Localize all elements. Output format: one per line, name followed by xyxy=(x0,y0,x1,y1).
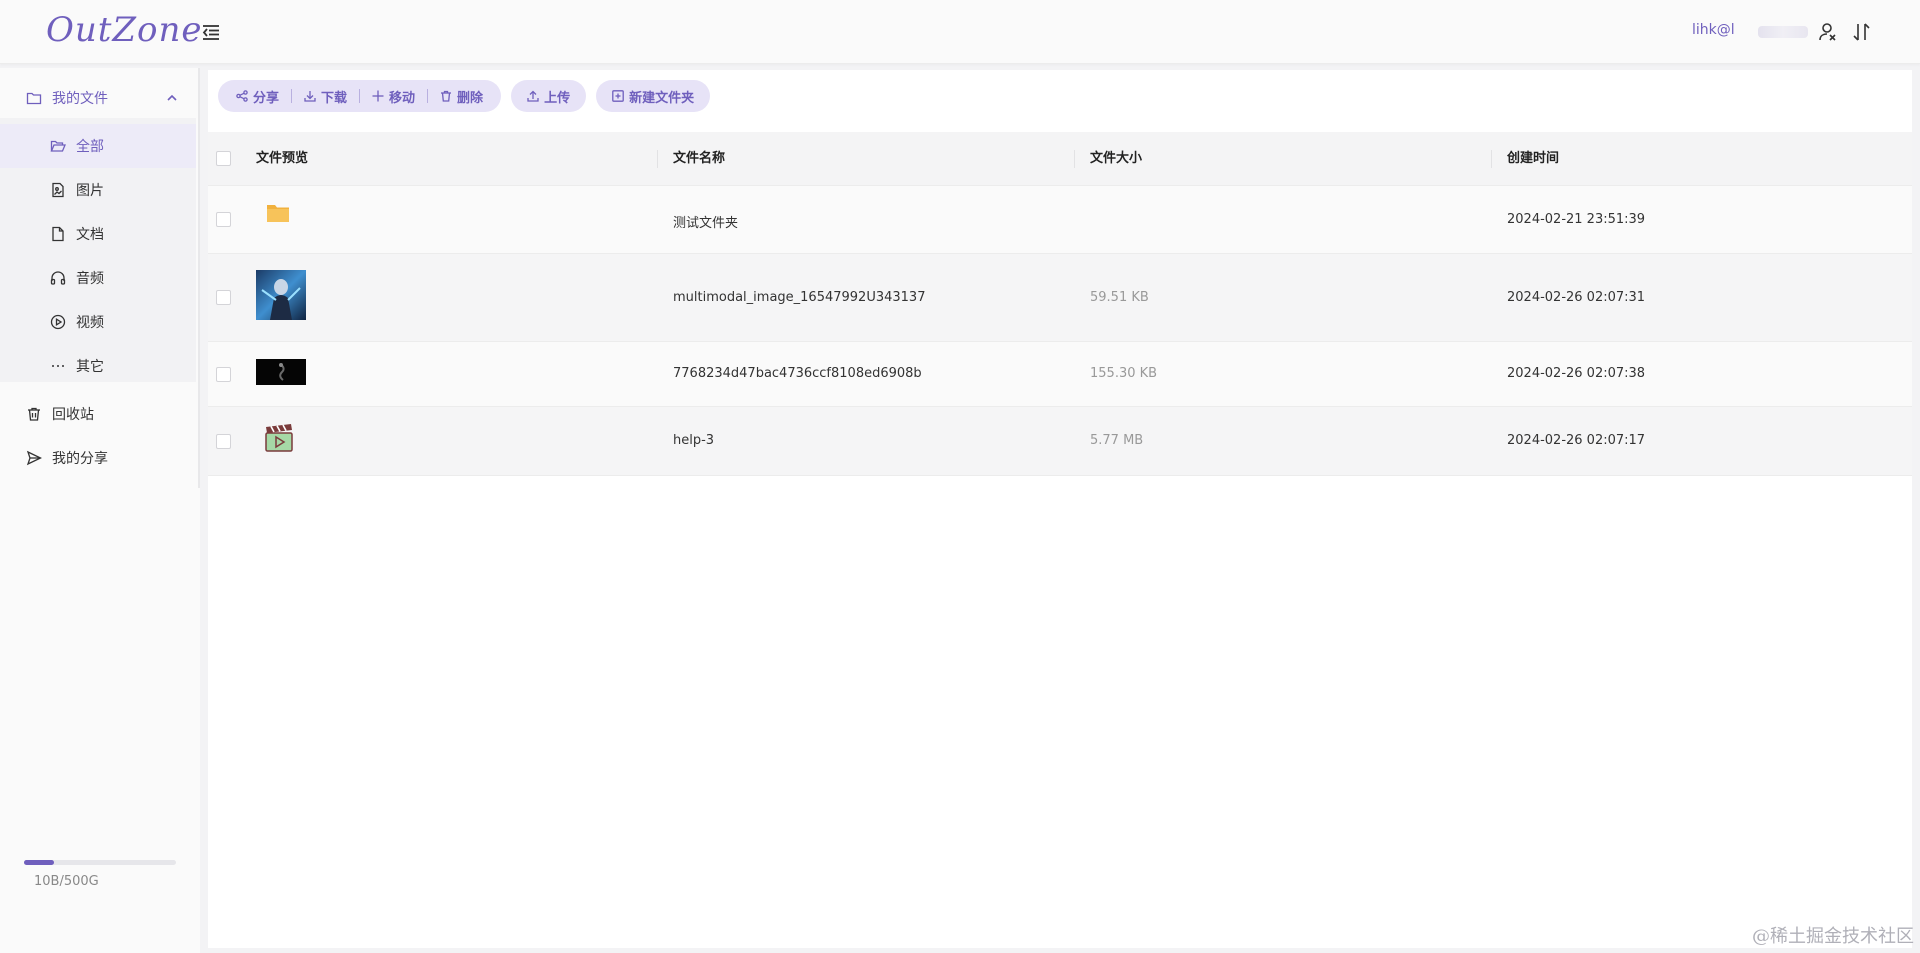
sidebar-item-audio[interactable]: 音频 xyxy=(0,256,196,300)
sidebar-item-label: 全部 xyxy=(76,139,104,155)
upload-icon xyxy=(527,90,539,102)
image-thumbnail[interactable] xyxy=(256,270,306,324)
sidebar-item-label: 回收站 xyxy=(52,407,94,423)
trash-icon xyxy=(441,90,452,102)
action-button-group: 分享 下载 移动 删除 xyxy=(218,80,502,112)
row-checkbox[interactable] xyxy=(216,212,231,227)
top-header: OutZone lihk@l xyxy=(0,0,1920,64)
table-row[interactable]: 测试文件夹 2024-02-21 23:51:39 xyxy=(208,186,1912,254)
column-header-name[interactable]: 文件名称 xyxy=(673,132,725,186)
sidebar-item-my-files[interactable]: 我的文件 xyxy=(0,76,196,120)
folder-open-icon xyxy=(50,140,66,152)
trash-icon xyxy=(28,407,40,421)
move-label: 移动 xyxy=(389,90,416,106)
video-clapper-icon xyxy=(263,422,295,458)
sidebar-item-images[interactable]: 图片 xyxy=(0,168,196,212)
table-row[interactable]: help-3 5.77 MB 2024-02-26 02:07:17 xyxy=(208,407,1912,476)
storage-usage-text: 10B/500G xyxy=(34,874,99,889)
file-table: 文件预览 文件名称 文件大小 创建时间 测试文件夹 2024-02-21 23:… xyxy=(208,132,1912,476)
new-folder-button[interactable]: 新建文件夹 xyxy=(600,80,706,112)
share-icon xyxy=(236,90,248,102)
file-size: 5.77 MB xyxy=(1090,433,1144,448)
sidebar-item-all[interactable]: 全部 xyxy=(0,124,196,168)
send-icon xyxy=(26,450,42,466)
column-header-created[interactable]: 创建时间 xyxy=(1507,132,1559,186)
storage-progress-fill xyxy=(24,860,55,865)
user-email-redacted xyxy=(1758,26,1808,38)
menu-fold-icon[interactable] xyxy=(200,21,222,43)
headphones-icon xyxy=(50,271,66,285)
file-size: 59.51 KB xyxy=(1090,290,1149,305)
row-checkbox[interactable] xyxy=(216,367,231,382)
file-created: 2024-02-26 02:07:17 xyxy=(1507,433,1646,448)
select-all-checkbox[interactable] xyxy=(216,151,231,166)
download-icon xyxy=(304,91,316,102)
new-folder-label: 新建文件夹 xyxy=(629,90,695,106)
storage-progress-bar xyxy=(24,860,176,865)
file-created: 2024-02-26 02:07:31 xyxy=(1507,290,1646,305)
row-checkbox[interactable] xyxy=(216,290,231,305)
sidebar-item-label: 图片 xyxy=(76,183,104,199)
sidebar-item-label: 音频 xyxy=(76,271,104,287)
watermark: @稀土掘金技术社区 xyxy=(1752,926,1914,947)
file-created: 2024-02-26 02:07:38 xyxy=(1507,366,1646,381)
upload-label: 上传 xyxy=(544,90,571,106)
sidebar-item-other[interactable]: 其它 xyxy=(0,344,196,388)
table-row[interactable]: 7768234d47bac4736ccf8108ed6908b 155.30 K… xyxy=(208,342,1912,407)
file-size: 155.30 KB xyxy=(1090,366,1158,381)
upload-button[interactable]: 上传 xyxy=(515,80,582,112)
sidebar-item-my-share[interactable]: 我的分享 xyxy=(0,436,196,480)
column-divider xyxy=(1491,150,1492,168)
file-created: 2024-02-21 23:51:39 xyxy=(1507,212,1646,227)
chevron-up-icon[interactable] xyxy=(166,92,178,104)
app-logo[interactable]: OutZone xyxy=(46,10,203,50)
move-icon xyxy=(372,90,384,102)
share-label: 分享 xyxy=(253,90,280,106)
sidebar: 我的文件 全部 图片 文档 音频 视频 其它 回收站 我的分享 xyxy=(0,68,200,953)
file-name[interactable]: 7768234d47bac4736ccf8108ed6908b xyxy=(673,366,922,381)
delete-label: 删除 xyxy=(457,90,484,106)
sidebar-item-label: 其它 xyxy=(76,359,104,375)
file-name[interactable]: 测试文件夹 xyxy=(673,212,738,231)
column-header-preview[interactable]: 文件预览 xyxy=(256,132,308,186)
table-header: 文件预览 文件名称 文件大小 创建时间 xyxy=(208,132,1912,186)
main-content: 分享 下载 移动 删除 上传 新建文件夹 文件预览 文件名称 文件大小 创建时间… xyxy=(208,70,1912,948)
column-header-size[interactable]: 文件大小 xyxy=(1090,132,1142,186)
my-files-submenu: 全部 图片 文档 音频 视频 其它 xyxy=(0,118,196,382)
share-button[interactable]: 分享 xyxy=(224,80,291,112)
user-switch-icon[interactable] xyxy=(1816,20,1840,44)
image-thumbnail[interactable] xyxy=(256,359,306,389)
sidebar-item-recycle[interactable]: 回收站 xyxy=(0,392,196,436)
folder-icon xyxy=(26,92,42,105)
play-circle-icon xyxy=(50,314,66,330)
sidebar-divider xyxy=(198,68,200,488)
file-toolbar: 分享 下载 移动 删除 上传 新建文件夹 xyxy=(218,80,720,112)
file-name[interactable]: multimodal_image_16547992U343137 xyxy=(673,290,925,305)
sort-swap-icon[interactable] xyxy=(1850,20,1874,44)
download-button[interactable]: 下载 xyxy=(292,80,359,112)
download-label: 下载 xyxy=(321,90,348,106)
image-file-icon xyxy=(52,182,64,198)
sidebar-item-documents[interactable]: 文档 xyxy=(0,212,196,256)
row-checkbox[interactable] xyxy=(216,434,231,449)
upload-button-wrap: 上传 xyxy=(511,80,587,112)
move-button[interactable]: 移动 xyxy=(360,80,427,112)
sidebar-item-video[interactable]: 视频 xyxy=(0,300,196,344)
sidebar-item-label: 我的文件 xyxy=(52,91,108,107)
document-icon xyxy=(52,226,64,242)
delete-button[interactable]: 删除 xyxy=(428,80,495,112)
sidebar-item-label: 我的分享 xyxy=(52,451,108,467)
sidebar-item-label: 视频 xyxy=(76,315,104,331)
ellipsis-icon xyxy=(52,365,64,367)
file-name[interactable]: help-3 xyxy=(673,433,714,448)
user-email[interactable]: lihk@l xyxy=(1692,22,1735,38)
column-divider xyxy=(1074,150,1075,168)
new-folder-button-wrap: 新建文件夹 xyxy=(596,80,711,112)
folder-icon xyxy=(266,202,290,228)
table-row[interactable]: multimodal_image_16547992U343137 59.51 K… xyxy=(208,254,1912,342)
sidebar-item-label: 文档 xyxy=(76,227,104,243)
column-divider xyxy=(657,150,658,168)
plus-square-icon xyxy=(612,90,624,102)
